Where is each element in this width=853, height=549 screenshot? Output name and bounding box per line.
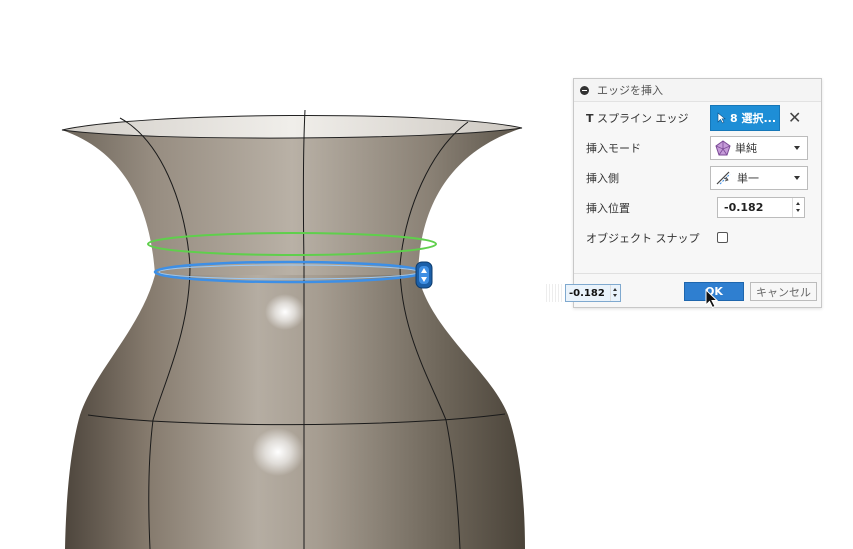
insert-position-label: 挿入位置 (586, 202, 630, 215)
object-snap-checkbox[interactable] (717, 232, 728, 243)
specular-highlight (265, 294, 305, 330)
move-handle-icon[interactable] (415, 261, 433, 289)
insert-side-label: 挿入側 (586, 172, 619, 185)
chevron-down-icon (794, 176, 800, 180)
row-object-snap: オブジェクト スナップ (574, 225, 821, 251)
cursor-arrow-icon (717, 112, 726, 124)
insert-side-dropdown[interactable]: 単一 (710, 166, 808, 190)
tspline-edge-label: T スプライン エッジ (586, 112, 689, 125)
vase-neck[interactable] (62, 128, 522, 275)
close-icon[interactable]: ✕ (788, 108, 801, 127)
row-insert-side: 挿入側 単一 (574, 165, 821, 191)
mouse-cursor-icon (705, 289, 719, 309)
tspline-face-icon (715, 140, 731, 156)
spinner-arrows-icon[interactable] (792, 198, 804, 217)
collapse-icon[interactable] (580, 85, 589, 95)
insert-position-input[interactable]: -0.182 (717, 197, 805, 218)
insert-side-icon (716, 171, 731, 185)
dialog-title: エッジを挿入 (597, 84, 663, 97)
row-insert-position: 挿入位置 -0.182 (574, 195, 821, 221)
insert-edge-dialog: エッジを挿入 T スプライン エッジ 8 選択... ✕ 挿入モード 単純 挿入… (573, 78, 822, 308)
cancel-button[interactable]: キャンセル (750, 282, 817, 301)
object-snap-label: オブジェクト スナップ (586, 232, 700, 245)
spinner-arrows-icon[interactable] (610, 285, 620, 301)
floating-input-grip[interactable] (546, 284, 562, 302)
insert-mode-dropdown[interactable]: 単純 (710, 136, 808, 160)
row-insert-mode: 挿入モード 単純 (574, 135, 821, 161)
edge-select-button[interactable]: 8 選択... (710, 105, 780, 131)
chevron-down-icon (794, 146, 800, 150)
insert-mode-label: 挿入モード (586, 142, 641, 155)
dialog-header[interactable]: エッジを挿入 (574, 79, 821, 102)
specular-highlight (252, 428, 304, 476)
footer-divider (574, 273, 821, 274)
floating-position-input[interactable]: -0.182 (565, 284, 621, 302)
row-tspline-edge: T スプライン エッジ 8 選択... ✕ (574, 105, 821, 131)
